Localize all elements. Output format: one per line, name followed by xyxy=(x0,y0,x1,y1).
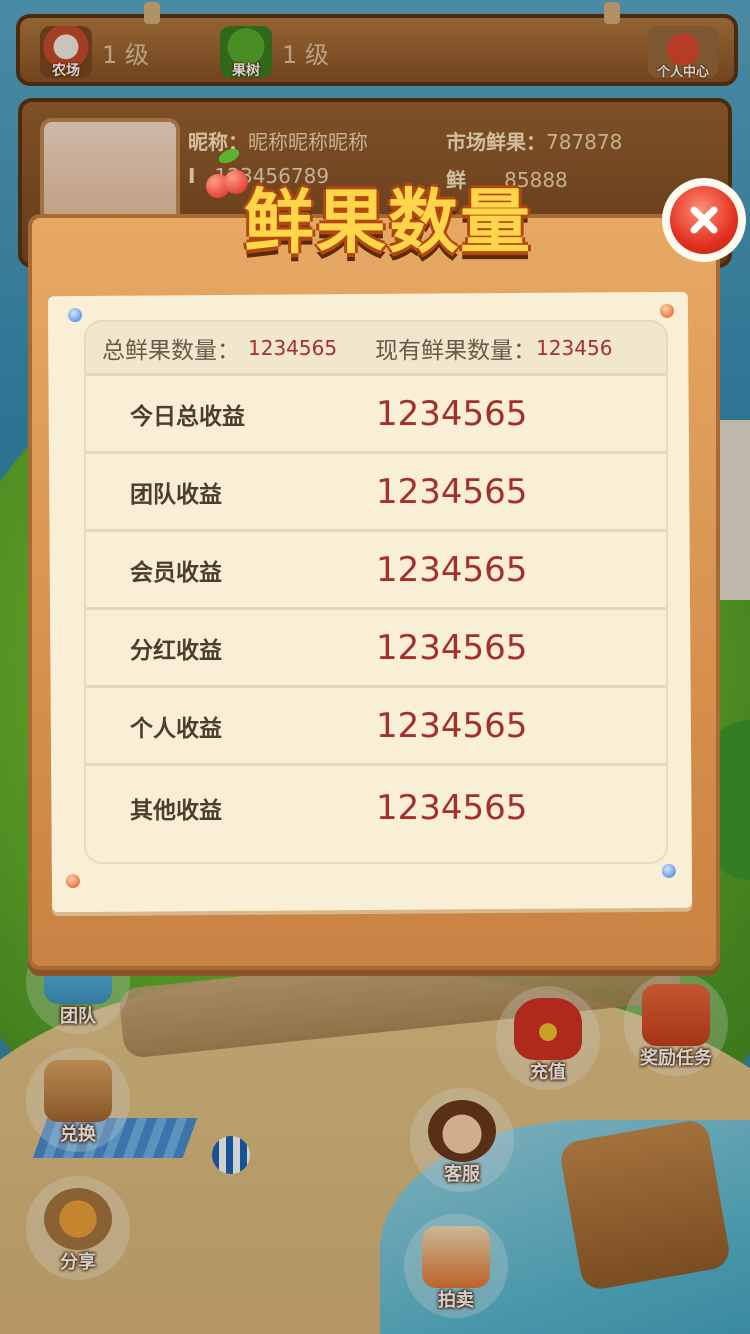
table-row: 分红收益 1234565 xyxy=(86,610,666,688)
row-value: 1234565 xyxy=(376,788,528,828)
total-fruit-label: 总鲜果数量： xyxy=(102,337,240,364)
current-fruit-value: 123456 xyxy=(536,335,613,360)
pin-icon xyxy=(67,308,83,323)
table-row: 今日总收益 1234565 xyxy=(86,376,666,454)
pin-icon xyxy=(659,303,675,318)
row-value: 1234565 xyxy=(376,705,528,746)
pin-icon xyxy=(661,863,676,878)
table-header: 总鲜果数量： 1234565 现有鲜果数量： 123456 xyxy=(86,322,666,376)
row-value: 1234565 xyxy=(376,393,528,434)
table-row: 团队收益 1234565 xyxy=(86,454,666,532)
modal-title: 鲜果数量 xyxy=(244,181,532,263)
total-fruit-value: 1234565 xyxy=(248,335,338,360)
row-value: 1234565 xyxy=(376,627,528,668)
income-table: 总鲜果数量： 1234565 现有鲜果数量： 123456 今日总收益 1234… xyxy=(84,320,668,864)
row-label: 分红收益 xyxy=(130,637,222,664)
close-button[interactable] xyxy=(662,178,746,262)
fresh-fruit-modal: 鲜果数量 总鲜果数量： 1234565 现有鲜果数量： 123456 今日总收益… xyxy=(28,145,746,970)
row-value: 1234565 xyxy=(376,471,528,512)
row-label: 会员收益 xyxy=(130,559,222,586)
row-label: 个人收益 xyxy=(130,715,222,742)
row-value: 1234565 xyxy=(376,549,528,590)
table-row: 个人收益 1234565 xyxy=(86,688,666,766)
table-row: 会员收益 1234565 xyxy=(86,532,666,610)
row-label: 团队收益 xyxy=(130,481,222,508)
pin-icon xyxy=(65,874,80,889)
close-icon[interactable] xyxy=(670,186,738,254)
row-label: 其他收益 xyxy=(130,798,222,824)
row-label: 今日总收益 xyxy=(130,403,245,430)
current-fruit-label: 现有鲜果数量： xyxy=(375,337,537,364)
table-row: 其他收益 1234565 xyxy=(86,766,666,850)
